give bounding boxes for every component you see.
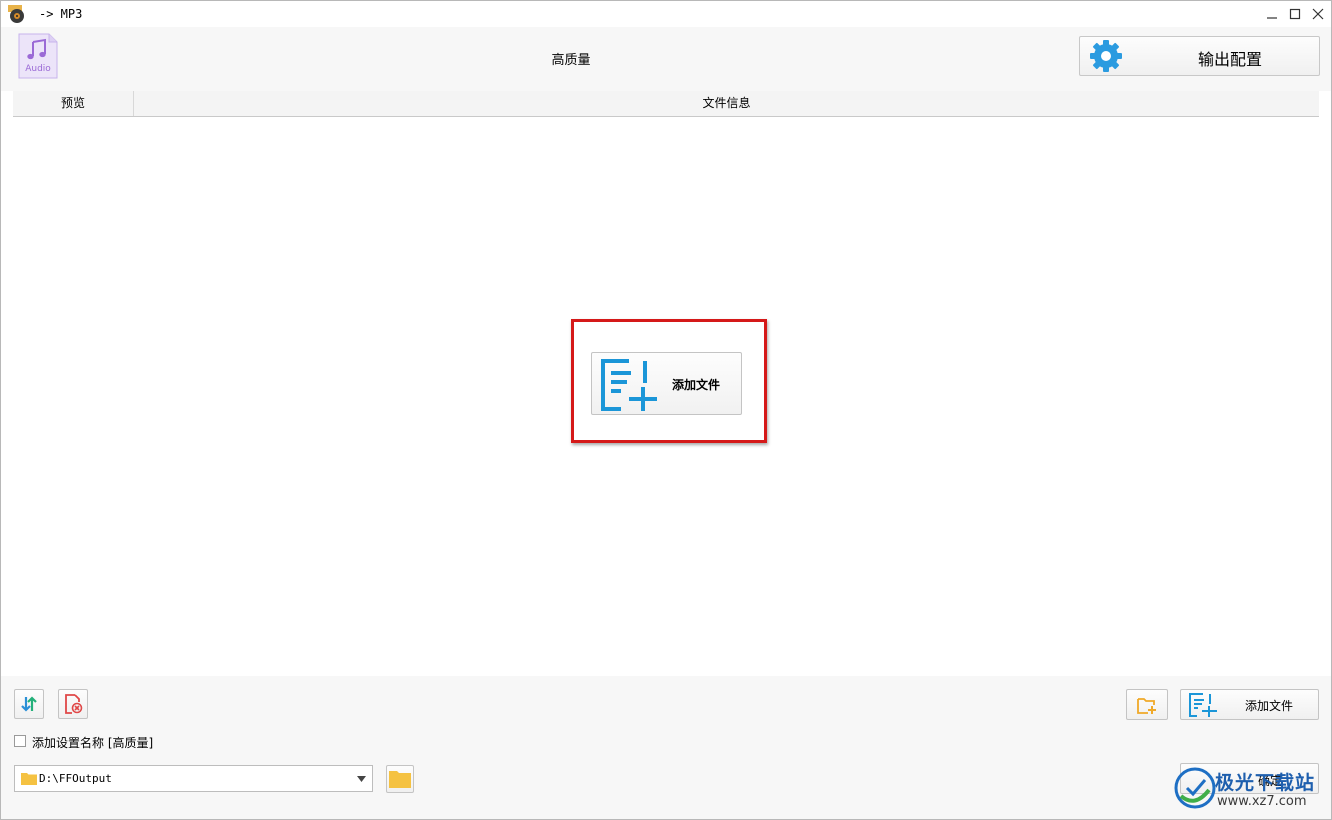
folder-icon <box>389 771 411 788</box>
app-logo-icon <box>8 5 24 23</box>
add-file-button-center[interactable]: 添加文件 <box>591 352 742 415</box>
sort-arrows-icon <box>21 696 37 712</box>
column-preview[interactable]: 预览 <box>13 91 134 116</box>
add-folder-icon <box>1137 697 1156 714</box>
chevron-down-icon <box>357 776 366 782</box>
bottom-panel: 添加文件 添加设置名称 [高质量] D:\FFOutput 确定 极光下载站 w… <box>1 676 1331 819</box>
audio-icon-label: Audio <box>25 64 51 74</box>
add-preset-name-checkbox[interactable] <box>14 735 26 747</box>
app-window: -> MP3 Audio 高质量 输出配置 预览 文件信息 添加文件 添加文件 … <box>0 0 1332 820</box>
output-config-button[interactable]: 输出配置 <box>1079 36 1320 76</box>
output-config-label: 输出配置 <box>1197 50 1262 69</box>
close-button[interactable] <box>1307 4 1329 24</box>
add-folder-button[interactable] <box>1126 689 1168 720</box>
watermark-url: www.xz7.com <box>1217 794 1307 809</box>
minimize-icon <box>1267 17 1277 19</box>
column-file-info[interactable]: 文件信息 <box>134 91 1319 116</box>
audio-format-icon: Audio <box>17 32 59 80</box>
browse-folder-button[interactable] <box>386 765 414 793</box>
maximize-button[interactable] <box>1284 4 1306 24</box>
file-list-header: 预览 文件信息 <box>13 91 1319 117</box>
delete-file-icon <box>65 694 83 714</box>
window-title: -> MP3 <box>39 7 83 21</box>
preset-title: 高质量 <box>551 53 591 68</box>
gear-icon <box>1090 40 1122 72</box>
output-path-select[interactable]: D:\FFOutput <box>14 765 373 792</box>
close-icon <box>1312 8 1324 20</box>
minimize-button[interactable] <box>1261 4 1283 24</box>
title-bar[interactable]: -> MP3 <box>1 1 1331 27</box>
add-preset-name-label[interactable]: 添加设置名称 [高质量] <box>32 734 153 751</box>
add-file-label-center: 添加文件 <box>672 378 721 392</box>
confirm-label: 确定 <box>1258 774 1283 788</box>
folder-icon <box>21 773 37 785</box>
add-file-icon <box>601 359 657 411</box>
confirm-button[interactable]: 确定 <box>1180 763 1319 794</box>
sort-button[interactable] <box>14 689 44 719</box>
add-file-button[interactable]: 添加文件 <box>1180 689 1319 720</box>
remove-file-button[interactable] <box>58 689 88 719</box>
add-file-label: 添加文件 <box>1245 699 1294 713</box>
preset-header: Audio 高质量 输出配置 <box>1 27 1331 91</box>
output-path-value: D:\FFOutput <box>39 772 112 785</box>
maximize-icon <box>1289 8 1301 20</box>
add-file-icon <box>1189 693 1217 717</box>
